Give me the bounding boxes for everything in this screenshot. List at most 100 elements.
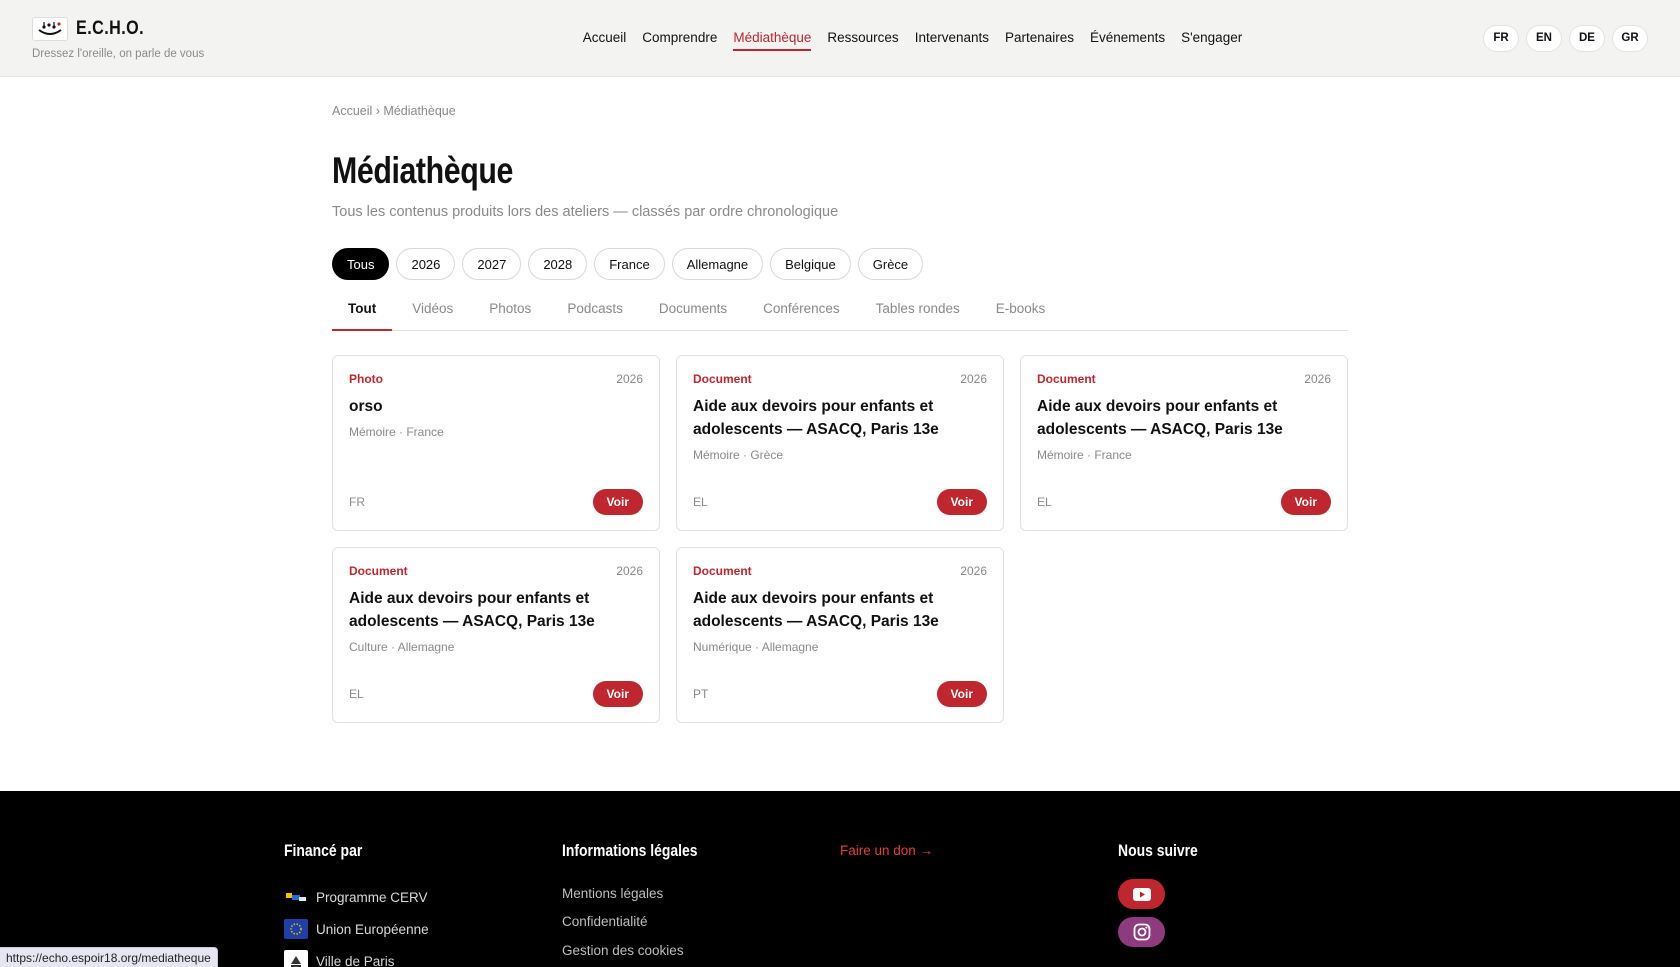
card-title: Aide aux devoirs pour enfants et adolesc… (693, 590, 939, 630)
tab-documents[interactable]: Documents (643, 301, 743, 331)
nav-mediatheque[interactable]: Médiathèque (733, 26, 812, 51)
donate-link[interactable]: Faire un don → (840, 843, 1118, 858)
media-card[interactable]: Photo 2026 orso Mémoire · France FR Voir (332, 355, 660, 531)
card-type: Document (693, 564, 752, 578)
card-language: FR (349, 495, 365, 509)
site-header: E.C.H.O. Dressez l'oreille, on parle de … (0, 0, 1680, 77)
media-grid: Photo 2026 orso Mémoire · France FR Voir D… (332, 355, 1348, 723)
card-title: Aide aux devoirs pour enfants et adolesc… (349, 590, 595, 630)
page-subtitle: Tous les contenus produits lors des atel… (332, 204, 839, 220)
tab-podcasts[interactable]: Podcasts (551, 301, 639, 331)
footer-legal: Informations légales Mentions légales Co… (562, 841, 840, 967)
card-language: EL (693, 495, 708, 509)
card-type: Photo (349, 372, 383, 386)
card-language: PT (693, 687, 709, 701)
lang-gr-button[interactable]: GR (1612, 24, 1648, 52)
funder-label: Ville de Paris (316, 953, 395, 967)
filter-chip-2027[interactable]: 2027 (462, 248, 522, 280)
funder-paris[interactable]: Ville de Paris (284, 945, 562, 967)
card-year: 2026 (1304, 372, 1331, 386)
nav-ressources[interactable]: Ressources (827, 26, 898, 51)
language-switcher: FR EN DE GR (1483, 24, 1648, 52)
funder-label: Programme CERV (316, 889, 428, 905)
voir-button[interactable]: Voir (936, 489, 987, 515)
nav-evenements[interactable]: Événements (1090, 26, 1165, 51)
media-card[interactable]: Document 2026 Aide aux devoirs pour enfan… (1020, 355, 1348, 531)
footer-funders-title: Financé par (284, 841, 363, 860)
tab-conferences[interactable]: Conférences (747, 301, 856, 331)
brand[interactable]: E.C.H.O. Dressez l'oreille, on parle de … (32, 16, 362, 60)
card-meta: Mémoire · France (349, 425, 444, 439)
card-year: 2026 (616, 564, 643, 578)
site-footer: Financé par Programme CERV Union Europée… (0, 791, 1680, 967)
tab-ebooks[interactable]: E-books (980, 301, 1062, 331)
nav-comprendre[interactable]: Comprendre (642, 26, 717, 51)
cerv-logo-icon (284, 887, 308, 907)
card-language: EL (349, 687, 364, 701)
instagram-icon[interactable] (1118, 917, 1165, 947)
card-meta: Culture · Allemagne (349, 640, 455, 654)
voir-button[interactable]: Voir (592, 489, 643, 515)
card-language: EL (1037, 495, 1052, 509)
echo-logo-icon (32, 16, 68, 41)
lang-fr-button[interactable]: FR (1483, 24, 1519, 52)
nav-accueil[interactable]: Accueil (583, 26, 627, 51)
footer-legal-title: Informations légales (562, 841, 698, 860)
footer-funders: Financé par Programme CERV Union Europée… (284, 841, 562, 967)
filter-chip-allemagne[interactable]: Allemagne (671, 248, 764, 280)
card-year: 2026 (960, 564, 987, 578)
brand-tagline: Dressez l'oreille, on parle de vous (32, 47, 205, 60)
eu-flag-icon (284, 919, 308, 939)
nav-partenaires[interactable]: Partenaires (1005, 26, 1074, 51)
filter-chips: Tous 2026 2027 2028 France Allemagne Bel… (332, 248, 1348, 280)
voir-button[interactable]: Voir (592, 681, 643, 707)
funder-cerv[interactable]: Programme CERV (284, 881, 562, 913)
media-card[interactable]: Document 2026 Aide aux devoirs pour enfan… (332, 547, 660, 723)
card-year: 2026 (960, 372, 987, 386)
legal-link-cookies[interactable]: Gestion des cookies (562, 936, 840, 965)
filter-chip-grece[interactable]: Grèce (857, 248, 924, 280)
card-title: Aide aux devoirs pour enfants et adolesc… (1037, 398, 1283, 438)
card-meta: Mémoire · Grèce (693, 448, 784, 462)
filter-chip-2028[interactable]: 2028 (528, 248, 588, 280)
main-content: Accueil › Médiathèque Médiathèque Tous l… (332, 77, 1348, 723)
lang-en-button[interactable]: EN (1526, 24, 1562, 52)
voir-button[interactable]: Voir (936, 681, 987, 707)
legal-link-mentions[interactable]: Mentions légales (562, 879, 840, 908)
brand-name: E.C.H.O. (76, 17, 145, 39)
page-title: Médiathèque (332, 150, 513, 191)
nav-intervenants[interactable]: Intervenants (915, 26, 989, 51)
footer-social-title: Nous suivre (1118, 841, 1198, 860)
youtube-icon[interactable] (1118, 879, 1165, 909)
card-title: Aide aux devoirs pour enfants et adolesc… (693, 398, 939, 438)
voir-button[interactable]: Voir (1280, 489, 1331, 515)
filter-chip-2026[interactable]: 2026 (396, 248, 456, 280)
card-type: Document (693, 372, 752, 386)
card-year: 2026 (616, 372, 643, 386)
card-type: Document (1037, 372, 1096, 386)
funder-eu[interactable]: Union Européenne (284, 913, 562, 945)
card-type: Document (349, 564, 408, 578)
breadcrumb[interactable]: Accueil › Médiathèque (332, 104, 1348, 118)
main-nav: Accueil Comprendre Médiathèque Ressource… (342, 26, 1483, 51)
media-card[interactable]: Document 2026 Aide aux devoirs pour enfan… (676, 355, 1004, 531)
tab-videos[interactable]: Vidéos (396, 301, 469, 331)
status-bar-url: https://echo.espoir18.org/mediatheque (0, 947, 218, 967)
nav-sengager[interactable]: S'engager (1181, 26, 1242, 51)
tab-tout[interactable]: Tout (332, 301, 393, 331)
tab-photos[interactable]: Photos (473, 301, 547, 331)
media-card[interactable]: Document 2026 Aide aux devoirs pour enfan… (676, 547, 1004, 723)
filter-chip-france[interactable]: France (594, 248, 665, 280)
tab-tables-rondes[interactable]: Tables rondes (860, 301, 976, 331)
lang-de-button[interactable]: DE (1569, 24, 1605, 52)
legal-link-confidentialite[interactable]: Confidentialité (562, 908, 840, 937)
filter-chip-belgique[interactable]: Belgique (770, 248, 851, 280)
filter-chip-tous[interactable]: Tous (332, 248, 390, 280)
card-meta: Mémoire · France (1037, 448, 1132, 462)
card-meta: Numérique · Allemagne (693, 640, 819, 654)
card-title: orso (349, 398, 383, 415)
funder-label: Union Européenne (316, 921, 429, 937)
footer-social: Nous suivre (1118, 841, 1396, 967)
footer-donate: Faire un don → (840, 841, 1118, 967)
paris-logo-icon (284, 950, 308, 967)
